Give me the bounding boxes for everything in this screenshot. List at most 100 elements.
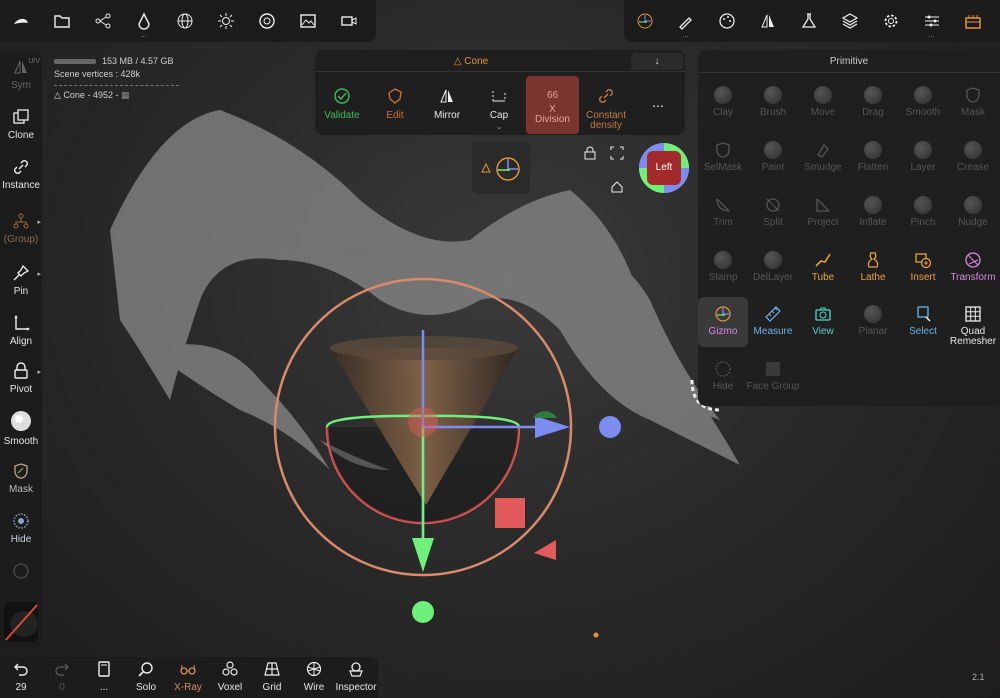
tool-lathe[interactable]: Lathe (848, 243, 898, 293)
tool-quad-remesher[interactable]: Quad Remesher (948, 297, 998, 347)
tool-pinch[interactable]: Pinch (898, 188, 948, 238)
light-icon[interactable] (205, 0, 246, 42)
gizmo-handle-blue[interactable] (599, 416, 621, 438)
tool-clay[interactable]: Clay (698, 78, 748, 128)
tool-select[interactable]: Select (898, 297, 948, 347)
view-cube[interactable]: Left (638, 142, 690, 194)
voxel-button[interactable]: Voxel (210, 661, 250, 693)
nomad-logo-icon[interactable] (0, 0, 41, 42)
fullscreen-icon[interactable] (610, 146, 624, 160)
tool-transform[interactable]: Transform (948, 243, 998, 293)
palette-icon[interactable] (706, 0, 747, 42)
tool-paint[interactable]: Paint (748, 133, 798, 183)
grid-button[interactable]: Grid (252, 661, 292, 693)
more-options-button[interactable]: ... (632, 76, 684, 132)
camera-lens-icon[interactable] (246, 0, 287, 42)
folder-icon[interactable] (41, 0, 82, 42)
tool-smudge[interactable]: Smudge (798, 133, 848, 183)
tool-project[interactable]: Project (798, 188, 848, 238)
hide-button[interactable]: Hide (0, 512, 42, 545)
xray-button[interactable]: X-Ray (168, 661, 208, 693)
scene-graph-icon[interactable] (82, 0, 123, 42)
tool-split[interactable]: Split (748, 188, 798, 238)
settings-gear-icon[interactable] (870, 0, 911, 42)
gizmo-handle-triangle[interactable] (534, 540, 556, 560)
home-icon[interactable] (610, 180, 624, 194)
sym-button[interactable]: U/V Sym (0, 58, 42, 91)
tool-inflate[interactable]: Inflate (848, 188, 898, 238)
wireframe-sphere-icon[interactable] (164, 0, 205, 42)
align-label: Align (9, 336, 33, 347)
x-division-label: X Division (534, 104, 570, 125)
interface-icon[interactable] (952, 0, 993, 42)
pivot-button[interactable]: ▸ Pivot (0, 362, 42, 395)
tool-measure[interactable]: Measure (748, 297, 798, 347)
tool-drag[interactable]: Drag (848, 78, 898, 128)
constant-density-button[interactable]: Constant density (580, 76, 632, 132)
validate-button[interactable]: Validate (316, 76, 368, 132)
solo-button[interactable]: Solo (126, 661, 166, 693)
flask-icon[interactable] (788, 0, 829, 42)
lock-icon[interactable] (583, 146, 597, 160)
gizmo-handle-scale[interactable] (495, 498, 525, 528)
clone-button[interactable]: Clone (0, 108, 42, 141)
uv-label: U/V (28, 58, 40, 65)
tool-crease[interactable]: Crease (948, 133, 998, 183)
tool-dellayer[interactable]: DelLayer (748, 243, 798, 293)
instance-button[interactable]: Instance (0, 158, 42, 191)
tool-mask[interactable]: Mask (948, 78, 998, 128)
gizmo-thumbnail[interactable] (472, 142, 530, 194)
layers-icon[interactable] (829, 0, 870, 42)
tool-gizmo[interactable]: Gizmo (698, 297, 748, 347)
group-button[interactable]: ▸ (Group) (0, 212, 42, 245)
tool-flatten[interactable]: Flatten (848, 133, 898, 183)
tool-planar[interactable]: Planar (848, 297, 898, 347)
history-button[interactable]: ... (84, 661, 124, 693)
tool-move[interactable]: Move (798, 78, 848, 128)
wireframe-icon (306, 661, 322, 677)
tool-smooth[interactable]: Smooth (898, 78, 948, 128)
tool-selmask[interactable]: SelMask (698, 133, 748, 183)
tool-view[interactable]: View (798, 297, 848, 347)
tool-nudge[interactable]: Nudge (948, 188, 998, 238)
pin-icon (13, 264, 30, 281)
material-drop-icon[interactable]: ... (123, 0, 164, 42)
tool-tube[interactable]: Tube (798, 243, 848, 293)
align-button[interactable]: Align (0, 314, 42, 347)
tool-face-group[interactable]: Face Group (747, 352, 799, 402)
smooth-button[interactable]: Smooth (0, 410, 42, 447)
inspector-button[interactable]: Inspector (335, 661, 377, 693)
extra-tool-button[interactable] (0, 562, 42, 580)
mask-button[interactable]: Mask (0, 462, 42, 495)
tool-brush[interactable]: Brush (748, 78, 798, 128)
collapse-button[interactable]: ↓ (631, 53, 683, 70)
wire-button[interactable]: Wire (294, 661, 334, 693)
tool-trim[interactable]: Trim (698, 188, 748, 238)
sliders-icon[interactable]: ... (911, 0, 952, 42)
pin-button[interactable]: ▸ Pin (0, 264, 42, 297)
gizmo-tool-icon[interactable] (624, 0, 665, 42)
redo-button[interactable]: 0 (42, 661, 82, 693)
mirror-button[interactable]: Mirror (421, 76, 473, 132)
clay-icon (714, 86, 732, 104)
drag-icon (864, 86, 882, 104)
tool-insert[interactable]: Insert (898, 243, 948, 293)
image-icon[interactable] (287, 0, 328, 42)
gizmo-handle-green[interactable] (412, 601, 434, 623)
gizmo-center[interactable] (408, 407, 438, 437)
x-division-button[interactable]: 66 X Division (526, 76, 579, 134)
tool-layer[interactable]: Layer (898, 133, 948, 183)
top-toolbar-right: ... ... (624, 0, 1000, 42)
tool-hide[interactable]: Hide (698, 352, 748, 402)
gizmo-arrow-x[interactable] (535, 416, 570, 438)
material-preview[interactable] (4, 602, 38, 642)
brush-tool-icon[interactable]: ... (665, 0, 706, 42)
cap-button[interactable]: Cap ⌄ (473, 76, 525, 132)
undo-button[interactable]: 29 (1, 661, 41, 693)
tool-stamp[interactable]: Stamp (698, 243, 748, 293)
symmetry-icon[interactable] (747, 0, 788, 42)
video-camera-icon[interactable] (328, 0, 369, 42)
gizmo-arrow-z[interactable] (412, 538, 434, 572)
mask-shield-icon (14, 463, 28, 479)
edit-button[interactable]: Edit (369, 76, 421, 132)
